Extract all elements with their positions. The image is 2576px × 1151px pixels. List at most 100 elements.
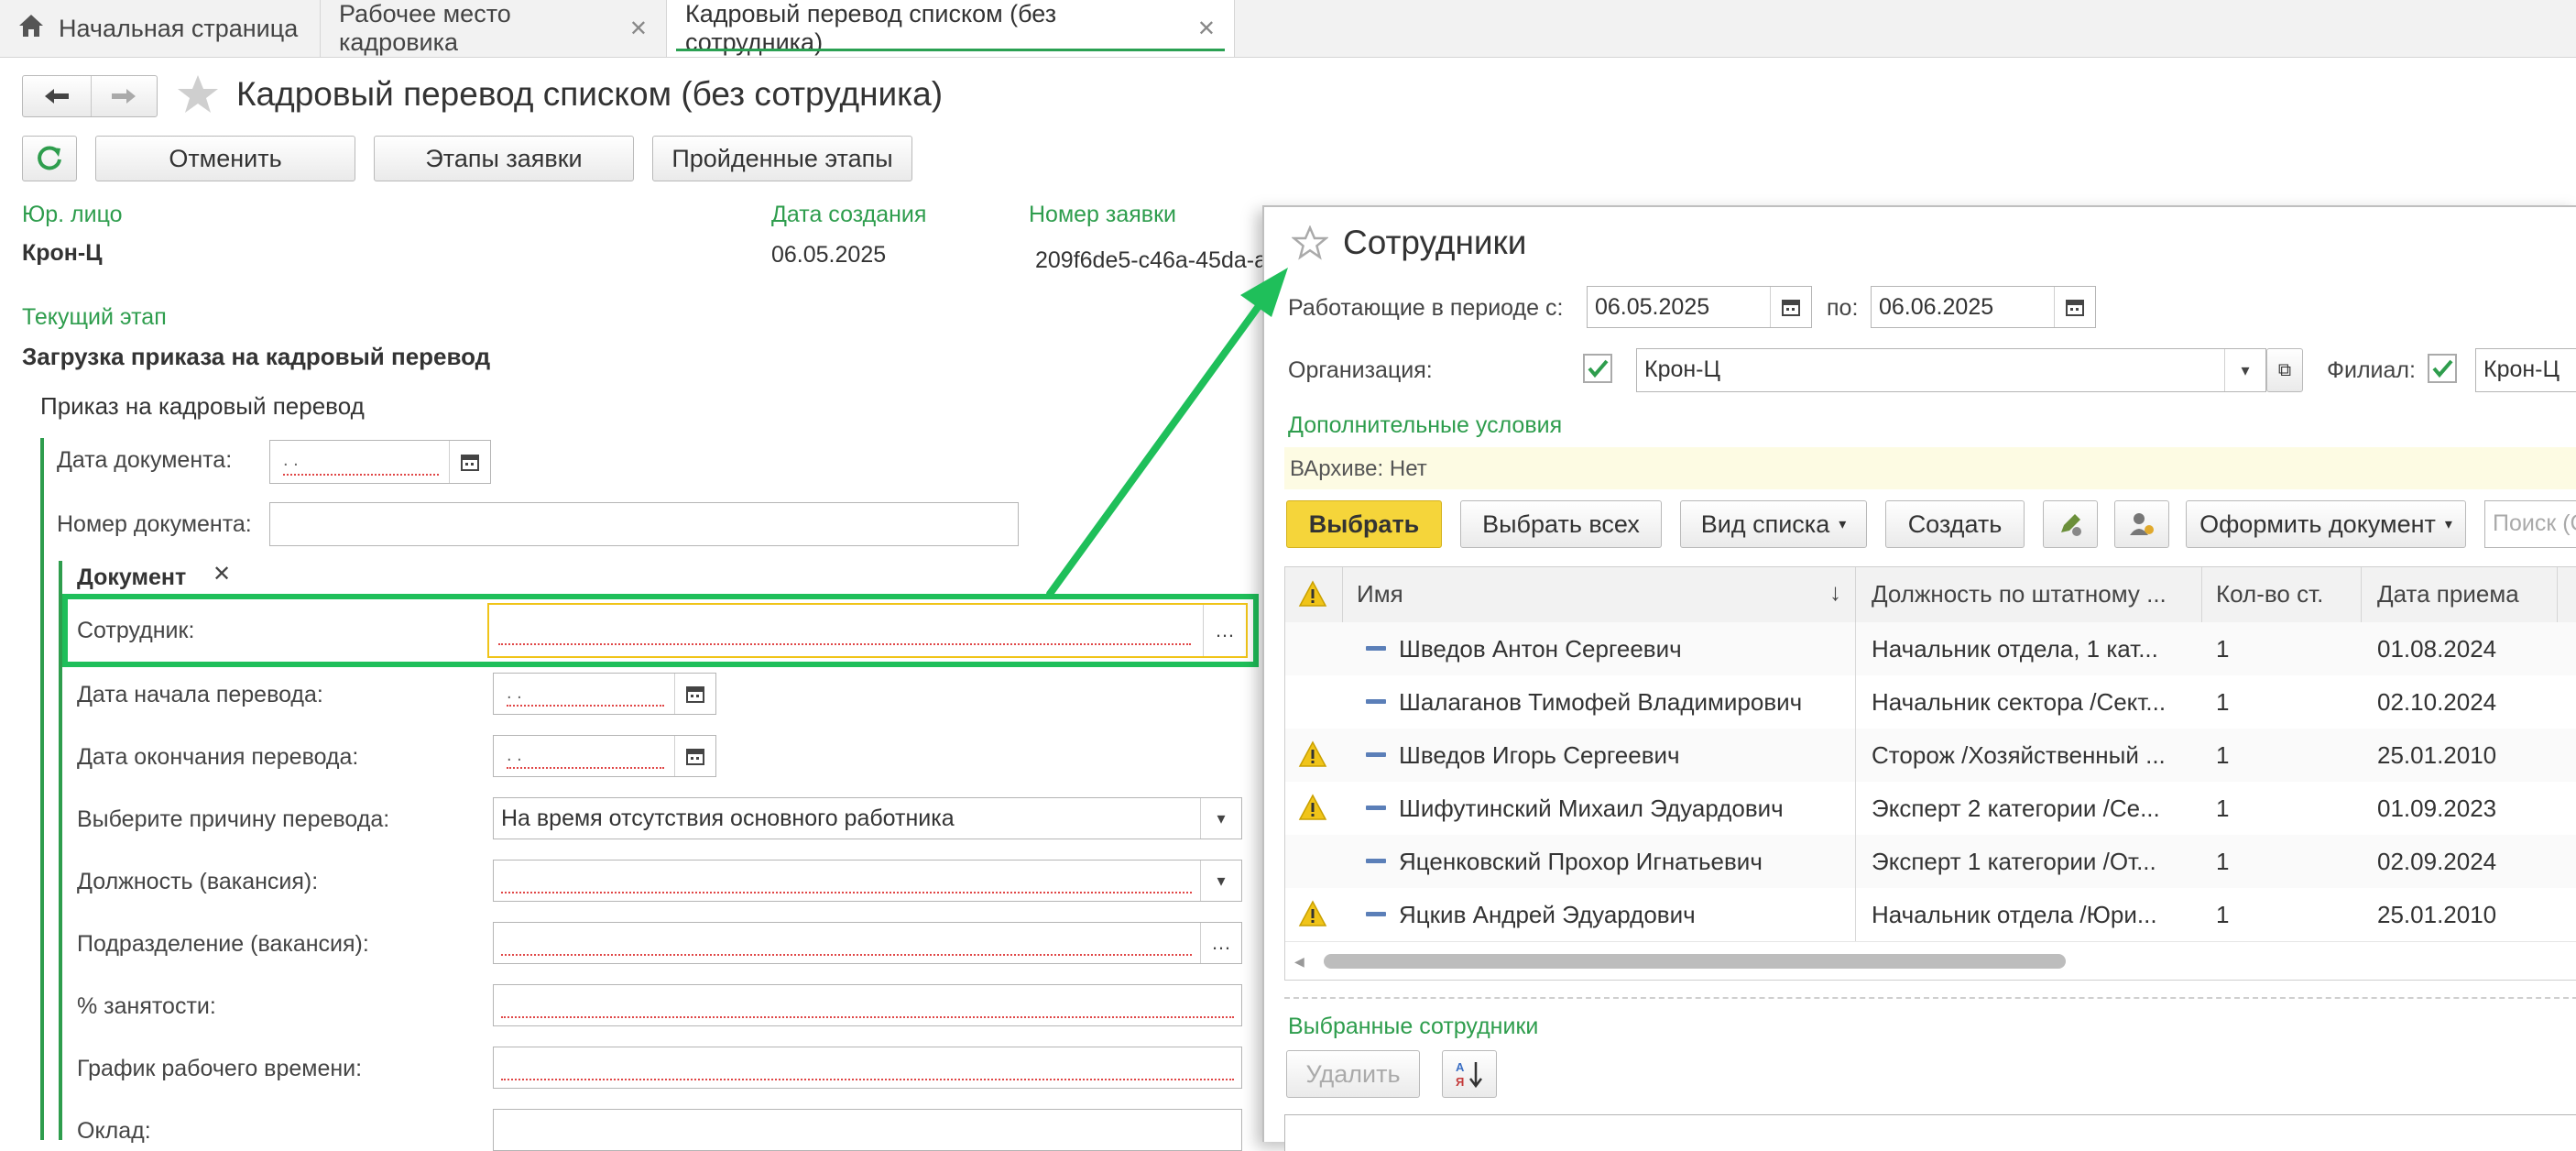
close-icon[interactable]: ✕ [629,16,648,42]
selected-employees-table [1284,1114,2576,1151]
current-stage-value: Загрузка приказа на кадровый перевод [22,343,491,370]
table-row[interactable]: Шведов Игорь Сергеевич Сторож /Хозяйствен… [1285,729,2576,783]
employment-input[interactable] [493,984,1242,1026]
organization-input[interactable]: Крон-Ц ▾ [1636,348,2266,392]
table-header: Имя ↓ Должность по штатному ... Кол-во с… [1285,567,2576,623]
ellipsis-icon[interactable]: … [1203,605,1246,656]
tab-bar: Начальная страница Рабочее место кадрови… [0,0,2576,58]
branch-input[interactable]: Крон-Ц [2475,348,2576,392]
list-item-marker-icon [1366,752,1386,757]
sort-arrow-icon[interactable]: ↓ [1829,578,1841,607]
calendar-icon[interactable] [449,441,490,483]
employees-table: Имя ↓ Должность по штатному ... Кол-во с… [1284,566,2576,981]
branch-checkbox[interactable] [2428,354,2457,388]
list-item-marker-icon [1366,806,1386,810]
column-position[interactable]: Должность по штатному ... [1872,580,2167,608]
organization-checkbox[interactable] [1583,354,1612,388]
column-count[interactable]: Кол-во ст. [2216,580,2323,608]
make-document-button[interactable]: Оформить документ ▾ [2186,500,2466,548]
dialog-title: Сотрудники [1343,224,1527,261]
scrollbar-thumb[interactable] [1324,954,2066,969]
cell-hire-date: 25.01.2010 [2377,741,2497,769]
ellipsis-icon[interactable]: … [1200,923,1241,963]
start-date-input[interactable]: . . [493,673,716,715]
chevron-down-icon[interactable]: ▾ [2224,349,2265,391]
cell-name: Шведов Игорь Сергеевич [1399,741,1680,769]
period-to-input[interactable]: 06.06.2025 [1871,286,2096,328]
schedule-input[interactable] [493,1047,1242,1089]
close-icon[interactable]: ✕ [1197,16,1216,42]
list-view-button[interactable]: Вид списка ▾ [1680,500,1867,548]
tab-workplace[interactable]: Рабочее место кадровика ✕ [321,0,667,57]
user-settings-icon[interactable] [2114,500,2169,548]
chevron-down-icon[interactable]: ▾ [1200,798,1241,839]
cell-position: Эксперт 2 категории /Се... [1872,795,2160,822]
delete-button[interactable]: Удалить [1286,1050,1420,1098]
selected-employees-title: Выбранные сотрудники [1288,1014,1539,1039]
calendar-icon[interactable] [1770,287,1811,327]
calendar-icon[interactable] [2054,287,2095,327]
position-select[interactable]: ▾ [493,860,1242,902]
position-value [501,870,1192,893]
horizontal-scrollbar[interactable]: ◀ [1285,947,2576,974]
list-item-marker-icon [1366,646,1386,651]
filter-bar: ВАрхиве: Нет [1284,447,2576,489]
department-input[interactable]: … [493,922,1242,964]
salary-input[interactable] [493,1109,1242,1151]
stages-button[interactable]: Этапы заявки [374,136,634,181]
doc-date-input[interactable]: . . [269,440,491,484]
start-date-label: Дата начала перевода: [77,682,323,707]
archive-filter[interactable]: ВАрхиве: Нет [1290,456,1427,482]
home-icon [18,14,44,44]
table-row[interactable]: Шведов Антон Сергеевич Начальник отдела, … [1285,622,2576,676]
refresh-button[interactable] [22,136,77,181]
cell-count: 1 [2216,741,2230,769]
department-label: Подразделение (вакансия): [77,931,369,957]
calendar-icon[interactable] [674,674,715,714]
favorite-star-icon[interactable] [1291,225,1329,265]
list-item-marker-icon [1366,859,1386,863]
sort-icon[interactable]: А Я [1442,1050,1497,1098]
cancel-button[interactable]: Отменить [95,136,355,181]
calendar-icon[interactable] [674,736,715,776]
column-name[interactable]: Имя [1357,580,1403,608]
edit-icon[interactable] [2043,500,2098,548]
end-date-value: . . [507,745,664,769]
column-divider [1855,622,1856,941]
doc-number-input[interactable] [269,502,1019,546]
select-all-button[interactable]: Выбрать всех [1460,500,1662,548]
table-row[interactable]: Шифутинский Михаил Эдуардович Эксперт 2 к… [1285,782,2576,836]
tab-current[interactable]: Кадровый перевод списком (без сотрудника… [667,0,1235,57]
extra-conditions-link[interactable]: Дополнительные условия [1288,412,1562,439]
cell-position: Сторож /Хозяйственный ... [1872,741,2166,769]
period-to-value: 06.06.2025 [1879,294,1994,320]
employee-input[interactable]: … [487,603,1248,658]
organization-value: Крон-Ц [1644,356,1720,382]
section-close-icon[interactable]: ✕ [213,561,231,587]
request-number-value: 209f6de5-c46a-45da-a [1035,247,1267,273]
tab-home[interactable]: Начальная страница [0,0,321,57]
cell-hire-date: 02.09.2024 [2377,848,2497,875]
period-label: Работающие в периоде с: [1288,295,1564,321]
cell-name: Шведов Антон Сергеевич [1399,635,1682,663]
open-icon[interactable]: ⧉ [2266,348,2303,392]
end-date-input[interactable]: . . [493,735,716,777]
back-button[interactable] [23,76,92,116]
page-title: Кадровый перевод списком (без сотрудника… [236,75,944,113]
scroll-left-icon[interactable]: ◀ [1294,954,1304,970]
list-view-label: Вид списка [1700,510,1830,538]
table-row[interactable]: Шалаганов Тимофей Владимирович Начальник … [1285,675,2576,729]
forward-button[interactable] [92,76,158,116]
legal-entity-value: Крон-Ц [22,240,103,266]
period-from-input[interactable]: 06.05.2025 [1587,286,1812,328]
search-input[interactable]: Поиск (C [2484,500,2576,548]
select-button[interactable]: Выбрать [1286,500,1442,548]
chevron-down-icon[interactable]: ▾ [1200,861,1241,901]
column-hire-date[interactable]: Дата приема [2377,580,2519,608]
reason-select[interactable]: На время отсутствия основного работника … [493,797,1242,839]
table-row[interactable]: Яцкив Андрей Эдуардович Начальник отдела … [1285,888,2576,942]
passed-stages-button[interactable]: Пройденные этапы [652,136,912,181]
favorite-star-icon[interactable] [176,73,220,120]
table-row[interactable]: Яценковский Прохор Игнатьевич Эксперт 1 к… [1285,835,2576,889]
create-button[interactable]: Создать [1885,500,2025,548]
